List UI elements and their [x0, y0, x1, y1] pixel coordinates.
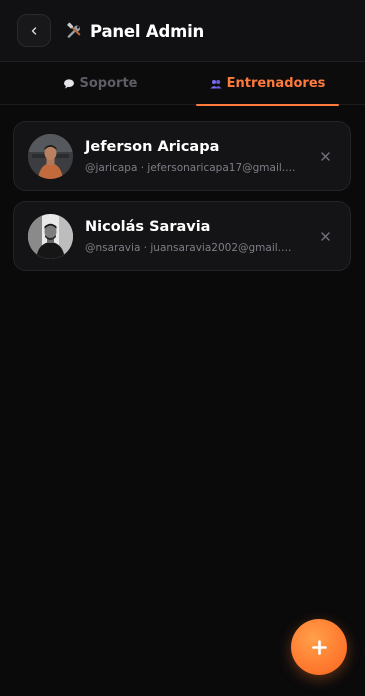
app-root: Panel Admin Soporte Entrenadores Jeferso…: [0, 0, 365, 696]
trainer-card[interactable]: Jeferson Aricapa @jaricapa · jefersonari…: [13, 121, 351, 191]
tab-bar: Soporte Entrenadores: [0, 62, 365, 106]
trainer-list: Jeferson Aricapa @jaricapa · jefersonari…: [13, 121, 351, 281]
title-group: Panel Admin: [65, 20, 204, 42]
trainer-card[interactable]: Nicolás Saravia @nsaravia · juansaravia2…: [13, 201, 351, 271]
add-trainer-button[interactable]: [291, 619, 347, 675]
close-icon: [320, 151, 330, 161]
page-title: Panel Admin: [90, 21, 205, 41]
avatar: [28, 134, 73, 179]
remove-trainer-button[interactable]: [318, 149, 332, 163]
close-icon: [320, 231, 330, 241]
avatar: [28, 214, 73, 259]
people-icon: [210, 79, 222, 88]
tab-coaches[interactable]: Entrenadores: [196, 62, 339, 106]
speech-bubble-icon: [63, 78, 74, 89]
tools-icon: [67, 22, 81, 38]
tab-support-label: Soporte: [79, 76, 138, 91]
chevron-left-icon: [31, 26, 37, 35]
header: Panel Admin: [0, 0, 365, 62]
trainer-name: Nicolás Saravia: [85, 219, 211, 235]
remove-trainer-button[interactable]: [318, 229, 332, 243]
trainer-meta: @jaricapa · jefersonaricapa17@gmail.com: [85, 162, 297, 174]
plus-icon: [311, 639, 327, 655]
trainer-name: Jeferson Aricapa: [85, 139, 220, 155]
tab-support[interactable]: Soporte: [20, 62, 180, 105]
tab-coaches-label: Entrenadores: [226, 76, 326, 91]
back-button[interactable]: [17, 14, 51, 47]
trainer-meta: @nsaravia · juansaravia2002@gmail.com: [85, 242, 297, 254]
